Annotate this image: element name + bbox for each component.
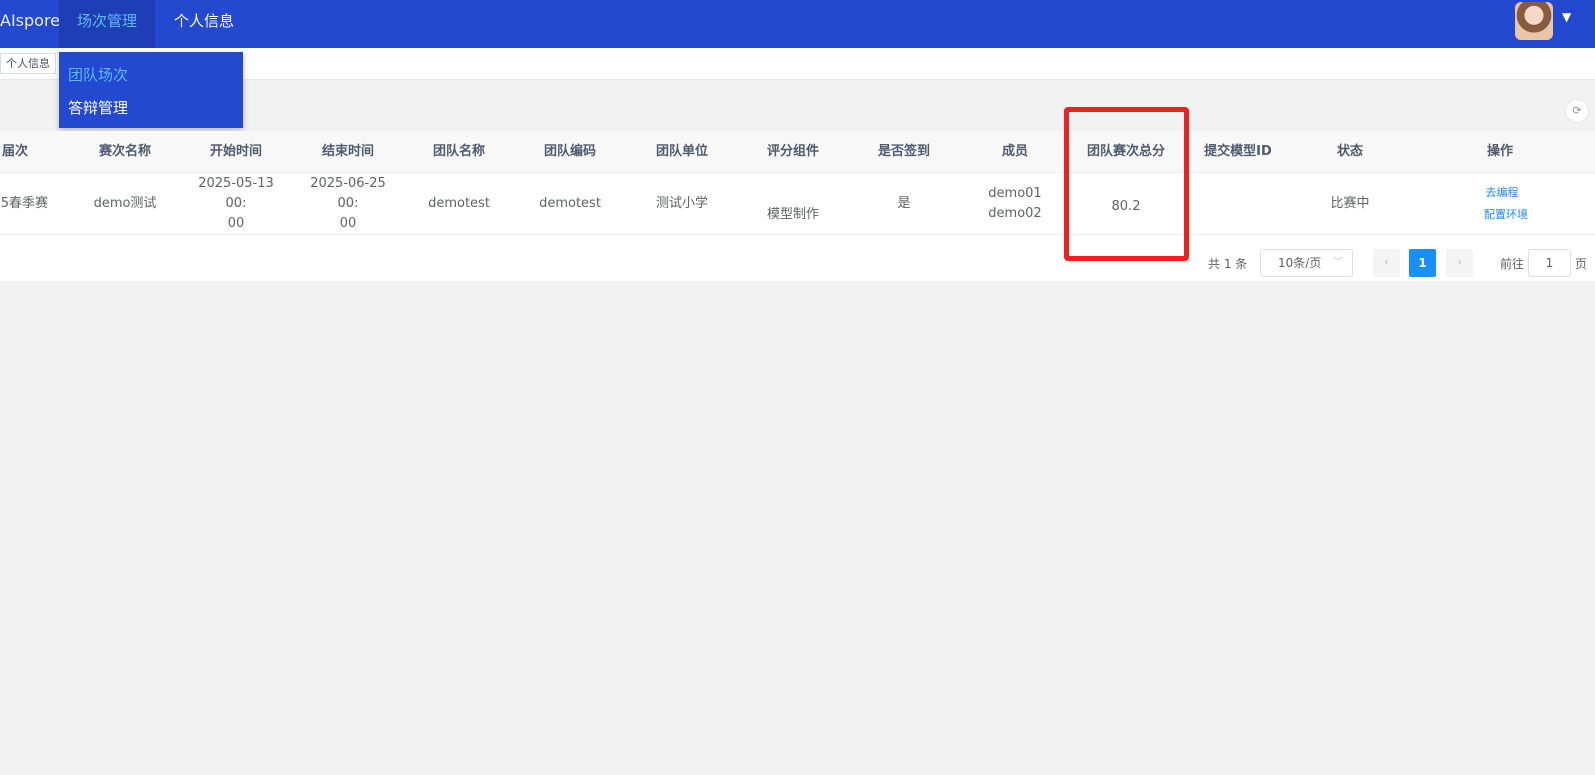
page-number-current[interactable]: 1: [1409, 249, 1436, 277]
schedule-dropdown-menu: 团队场次 答辩管理: [59, 52, 243, 128]
table-header: 届次 赛次名称 开始时间 结束时间 团队名称 团队编码 团队单位 评分组件 是否…: [0, 131, 1595, 173]
tag-personal-info[interactable]: 个人信息: [0, 53, 56, 74]
col-end-time: 结束时间: [321, 144, 374, 159]
col-team-name: 团队名称: [432, 144, 485, 159]
prev-page-button[interactable]: ‹: [1373, 249, 1400, 277]
col-edition: 届次: [1, 144, 28, 159]
col-team-unit: 团队单位: [655, 144, 708, 159]
pager-page-suffix: 页: [1575, 257, 1588, 271]
cell-actions: 去编程 配置环境: [1450, 173, 1554, 235]
brand-logo[interactable]: AIspore: [0, 0, 60, 42]
cell-signed-in: 是: [897, 196, 911, 211]
caret-down-icon[interactable]: ▼: [1562, 10, 1571, 24]
col-start-time: 开始时间: [209, 144, 262, 159]
cell-start-time: 2025-05-13 00: 00: [198, 176, 274, 231]
col-members: 成员: [1001, 144, 1028, 159]
col-signed-in: 是否签到: [877, 144, 930, 159]
col-match-name: 赛次名称: [98, 144, 151, 159]
configure-env-link[interactable]: 配置环境: [1484, 204, 1528, 226]
col-score-component: 评分组件: [766, 144, 819, 159]
highlight-box: [1064, 107, 1189, 261]
col-model-id: 提交模型ID: [1204, 144, 1272, 159]
col-team-code: 团队编码: [543, 144, 596, 159]
cell-score-component: 模型制作: [766, 207, 819, 222]
goto-page-input[interactable]: 1: [1528, 249, 1571, 277]
cell-status: 比赛中: [1330, 196, 1370, 211]
top-navbar: AIspore 场次管理︿ 个人信息 ▼: [0, 0, 1595, 70]
refresh-icon[interactable]: ⟳: [1565, 99, 1589, 123]
cell-team-code: demotest: [539, 196, 601, 211]
col-status: 状态: [1336, 144, 1363, 159]
cell-model-id: [1188, 173, 1288, 235]
menu-item-defense-management[interactable]: 答辩管理: [68, 97, 128, 118]
page-size-select[interactable]: 10条/页 ﹀: [1260, 249, 1353, 277]
nav-schedule-management[interactable]: 场次管理︿: [59, 0, 155, 70]
nav-personal-info[interactable]: 个人信息: [170, 0, 238, 48]
cell-team-unit: 测试小学: [655, 196, 708, 211]
menu-item-team-sessions[interactable]: 团队场次: [68, 64, 128, 85]
cell-team-name: demotest: [428, 196, 490, 211]
cell-members: demo01 demo02: [988, 186, 1042, 221]
cell-end-time: 2025-06-25 00: 00: [310, 176, 386, 231]
pager-goto-label: 前往: [1500, 257, 1525, 271]
user-avatar[interactable]: [1515, 2, 1553, 40]
table-row: 25春季赛 demo测试 2025-05-13 00: 00 2025-06-2…: [0, 173, 1595, 235]
cell-edition: 25春季赛: [0, 196, 48, 211]
go-programming-link[interactable]: 去编程: [1486, 182, 1519, 204]
col-actions: 操作: [1486, 144, 1513, 159]
nav-schedule-label: 场次管理: [77, 12, 138, 30]
pager-total: 共 1 条: [1208, 257, 1248, 271]
next-page-button[interactable]: ›: [1446, 249, 1473, 277]
chevron-down-icon: ﹀: [1333, 257, 1343, 268]
team-table-panel: 届次 赛次名称 开始时间 结束时间 团队名称 团队编码 团队单位 评分组件 是否…: [0, 131, 1595, 281]
cell-match-name: demo测试: [93, 196, 157, 211]
